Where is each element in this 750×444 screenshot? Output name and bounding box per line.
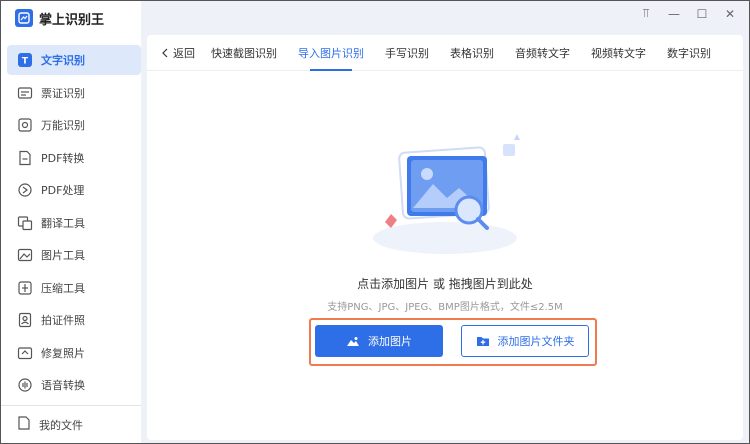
id-photo-icon: [17, 312, 33, 328]
sidebar-item-label: 万能识别: [41, 119, 85, 132]
app-logo-icon: [15, 9, 33, 27]
pdf-convert-icon: [17, 150, 33, 166]
sidebar-item-compress[interactable]: 压缩工具: [7, 273, 141, 303]
tab-quick-screenshot[interactable]: 快速截图识别: [211, 35, 277, 71]
pin-icon[interactable]: ⫪: [639, 6, 653, 21]
translate-icon: [17, 215, 33, 231]
folder-add-icon: [476, 337, 489, 346]
sidebar-item-universal-recognition[interactable]: 万能识别: [7, 110, 141, 140]
sidebar-item-image-tools[interactable]: 图片工具: [7, 240, 141, 270]
sidebar-item-label: 翻译工具: [41, 216, 85, 230]
sidebar-item-voice-convert[interactable]: 语音转换: [7, 370, 141, 400]
sidebar-item-ticket-recognition[interactable]: 票证识别: [7, 78, 141, 108]
sidebar: 掌上识别王 T 文字识别 票证识别 万能识别 PDF转换 PDF处理 翻译工具 …: [1, 1, 141, 443]
add-image-button[interactable]: 添加图片: [315, 325, 443, 357]
sidebar-nav: T 文字识别 票证识别 万能识别 PDF转换 PDF处理 翻译工具 图片工具 压…: [7, 45, 141, 403]
sidebar-item-pdf-convert[interactable]: PDF转换: [7, 143, 141, 173]
back-button[interactable]: 返回: [147, 45, 211, 61]
sidebar-item-id-photo[interactable]: 拍证件照: [7, 305, 141, 335]
add-folder-button[interactable]: 添加图片文件夹: [461, 325, 589, 357]
sidebar-item-label: PDF处理: [41, 184, 85, 197]
photo-repair-icon: [17, 345, 33, 361]
sidebar-item-text-recognition[interactable]: T 文字识别: [7, 45, 141, 75]
sidebar-item-label: PDF转换: [41, 151, 85, 165]
add-image-label: 添加图片: [368, 335, 412, 348]
minimize-button[interactable]: —: [667, 7, 681, 21]
app-name: 掌上识别王: [39, 12, 105, 28]
voice-convert-icon: [17, 377, 33, 393]
app-title: 掌上识别王: [15, 7, 104, 29]
app-window: 掌上识别王 T 文字识别 票证识别 万能识别 PDF转换 PDF处理 翻译工具 …: [0, 0, 750, 444]
sidebar-item-my-files[interactable]: 我的文件: [1, 405, 141, 443]
tab-video-to-text[interactable]: 视频转文字: [591, 35, 646, 71]
window-controls: ⫪ — ☐ ✕: [639, 6, 737, 21]
upload-illustration-icon[interactable]: [367, 130, 527, 263]
sidebar-item-photo-repair[interactable]: 修复照片: [7, 338, 141, 368]
sidebar-item-label: 修复照片: [41, 346, 85, 360]
sidebar-item-label: 语音转换: [41, 379, 85, 392]
image-icon: [347, 336, 359, 346]
ticket-icon: [17, 85, 33, 101]
sidebar-item-translate[interactable]: 翻译工具: [7, 208, 141, 238]
back-label: 返回: [173, 46, 195, 60]
close-button[interactable]: ✕: [723, 7, 737, 21]
image-tool-icon: [17, 247, 33, 263]
upload-hint: 点击添加图片 或 拖拽图片到此处: [357, 277, 533, 291]
universal-scan-icon: [17, 117, 33, 133]
tab-audio-to-text[interactable]: 音频转文字: [515, 35, 570, 71]
my-files-label: 我的文件: [39, 418, 83, 432]
sidebar-item-label: 文字识别: [41, 54, 85, 67]
pdf-process-icon: [17, 182, 33, 198]
main-panel: 返回 快速截图识别 导入图片识别 手写识别 表格识别 音频转文字 视频转文字 数…: [147, 35, 743, 440]
tab-import-image[interactable]: 导入图片识别: [298, 35, 364, 71]
sidebar-item-label: 压缩工具: [41, 281, 85, 295]
my-files-icon: [17, 416, 31, 433]
sidebar-item-label: 拍证件照: [41, 314, 85, 327]
add-folder-label: 添加图片文件夹: [497, 335, 575, 348]
svg-text:T: T: [22, 57, 29, 67]
tab-bar: 返回 快速截图识别 导入图片识别 手写识别 表格识别 音频转文字 视频转文字 数…: [147, 35, 743, 71]
format-hint: 支持PNG、JPG、JPEG、BMP图片格式，文件≤2.5M: [327, 302, 563, 313]
tab-table[interactable]: 表格识别: [450, 35, 494, 71]
tab-handwriting[interactable]: 手写识别: [385, 35, 429, 71]
compress-icon: [17, 280, 33, 296]
sidebar-item-pdf-process[interactable]: PDF处理: [7, 175, 141, 205]
chevron-left-icon: [162, 48, 168, 57]
tab-digit[interactable]: 数字识别: [667, 35, 711, 71]
sidebar-item-label: 票证识别: [41, 86, 85, 100]
sidebar-item-label: 图片工具: [41, 249, 85, 262]
maximize-button[interactable]: ☐: [695, 7, 709, 21]
text-recognition-icon: T: [17, 52, 33, 68]
